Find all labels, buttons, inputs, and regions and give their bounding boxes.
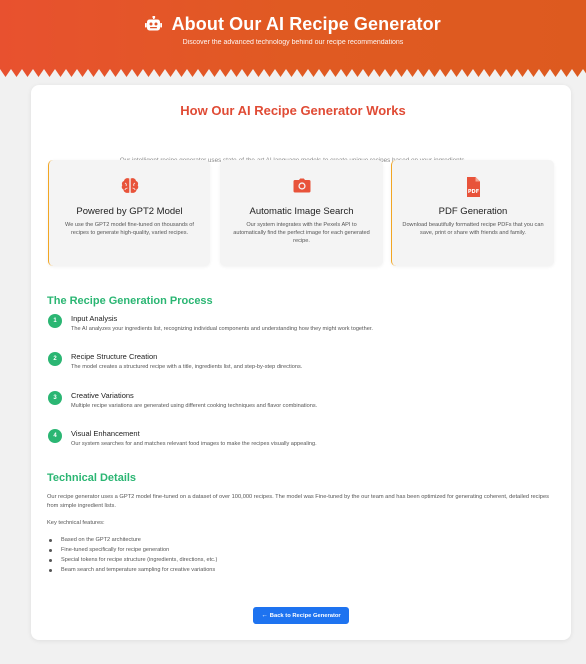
back-to-generator-button[interactable]: ← Back to Recipe Generator [253,607,349,624]
step-description: The AI analyzes your ingredients list, r… [71,326,373,332]
step-title: Creative Variations [71,391,134,400]
section-heading-technical: Technical Details [47,472,137,484]
list-item: Based on the GPT2 architecture [47,535,217,545]
pdf-file-icon: PDF [392,176,554,197]
feature-card-image-search: Automatic Image Search Our system integr… [220,160,383,266]
list-item: Fine-tuned specifically for recipe gener… [47,545,217,555]
feature-title: Automatic Image Search [249,206,354,217]
section-heading-process: The Recipe Generation Process [47,295,213,307]
back-button-label: Back to Recipe Generator [269,613,341,619]
step-description: Multiple recipe variations are generated… [71,403,318,409]
feature-card-gpt2: Powered by GPT2 Model We use the GPT2 mo… [48,160,210,266]
page-header: About Our AI Recipe Generator Discover t… [0,0,586,78]
camera-icon [220,176,383,196]
robot-icon [145,15,163,37]
list-item: Special tokens for recipe structure (ing… [47,555,217,565]
page-subtitle: Discover the advanced technology behind … [182,39,404,46]
step-number-badge: 1 [48,314,62,328]
step-description: The model creates a structured recipe wi… [71,364,303,370]
step-description: Our system searches for and matches rele… [71,441,317,447]
section-heading-how-it-works: How Our AI Recipe Generator Works [180,103,406,118]
technical-paragraph: Our recipe generator uses a GPT2 model f… [47,494,549,510]
feature-title: PDF Generation [438,206,508,217]
process-step: 3 Creative Variations Multiple recipe va… [48,391,548,421]
process-step: 1 Input Analysis The AI analyzes your in… [48,314,548,344]
step-title: Input Analysis [71,314,118,323]
feature-card-pdf: PDF PDF Generation Download beautifully … [391,160,554,266]
feature-description: Our system integrates with the Pexels AP… [233,222,370,245]
technical-features-label: Key technical features: [47,520,105,526]
step-number-badge: 3 [48,391,62,405]
process-step: 4 Visual Enhancement Our system searches… [48,429,548,459]
brain-icon [49,176,210,196]
svg-text:PDF: PDF [468,189,479,195]
feature-description: We use the GPT2 model fine-tuned on thou… [65,222,194,237]
arrow-left-icon: ← [261,612,268,619]
technical-features-list: Based on the GPT2 architecture Fine-tune… [47,535,217,575]
step-title: Recipe Structure Creation [71,352,158,361]
page-title: About Our AI Recipe Generator [171,14,441,34]
step-number-badge: 2 [48,352,62,366]
list-item: Beam search and temperature sampling for… [47,565,217,575]
header-zigzag-divider [0,69,586,78]
process-step: 2 Recipe Structure Creation The model cr… [48,352,548,382]
feature-title: Powered by GPT2 Model [76,206,183,217]
feature-description: Download beautifully formatted recipe PD… [402,222,544,237]
step-title: Visual Enhancement [71,429,140,438]
step-number-badge: 4 [48,429,62,443]
